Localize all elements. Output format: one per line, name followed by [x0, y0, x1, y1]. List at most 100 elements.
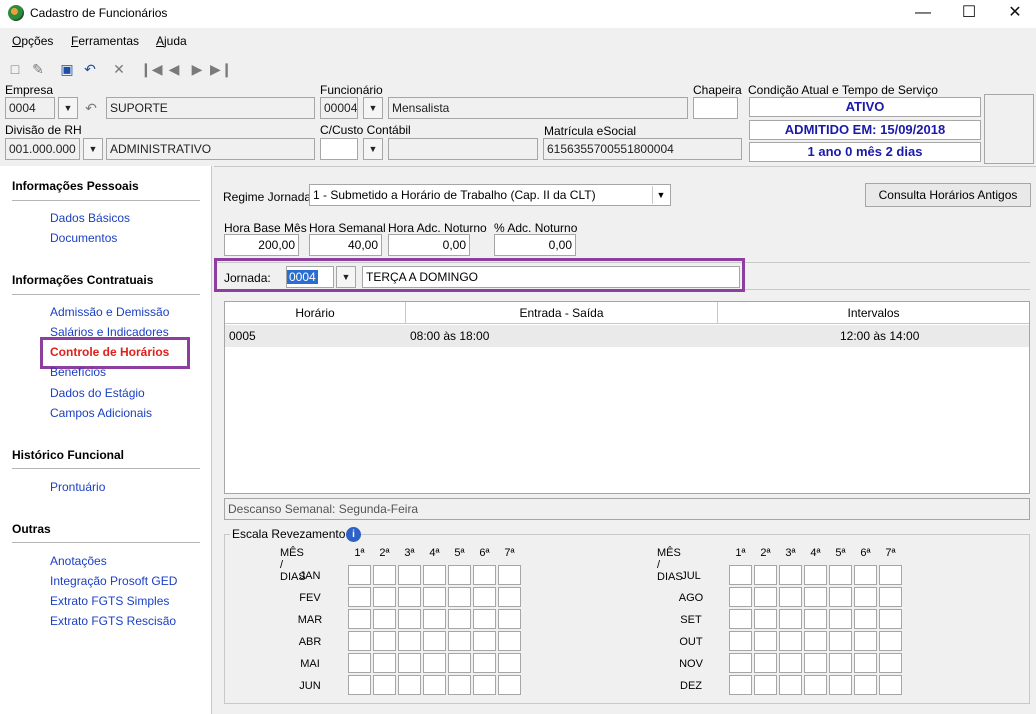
column-header-horario[interactable]: Horário — [225, 302, 406, 324]
escala-cell[interactable] — [373, 609, 396, 629]
escala-cell[interactable] — [829, 565, 852, 585]
escala-cell[interactable] — [348, 587, 371, 607]
minimize-icon[interactable]: — — [900, 0, 946, 28]
delete-icon[interactable]: ✕ — [110, 60, 128, 78]
sidebar-item-fgts-rescisao[interactable]: Extrato FGTS Rescisão — [50, 614, 176, 628]
save-icon[interactable]: ▣ — [58, 60, 76, 78]
escala-cell[interactable] — [498, 587, 521, 607]
escala-cell[interactable] — [398, 653, 421, 673]
empresa-dropdown-icon[interactable]: ▼ — [58, 97, 78, 119]
escala-cell[interactable] — [829, 631, 852, 651]
escala-cell[interactable] — [473, 565, 496, 585]
escala-cell[interactable] — [448, 565, 471, 585]
escala-cell[interactable] — [729, 675, 752, 695]
escala-cell[interactable] — [729, 653, 752, 673]
empresa-code-field[interactable]: 0004 — [5, 97, 55, 119]
escala-cell[interactable] — [473, 609, 496, 629]
ccusto-dropdown-icon[interactable]: ▼ — [363, 138, 383, 160]
escala-cell[interactable] — [348, 675, 371, 695]
escala-cell[interactable] — [498, 653, 521, 673]
escala-cell[interactable] — [779, 587, 802, 607]
escala-cell[interactable] — [804, 565, 827, 585]
escala-cell[interactable] — [879, 565, 902, 585]
escala-cell[interactable] — [398, 675, 421, 695]
divisao-dropdown-icon[interactable]: ▼ — [83, 138, 103, 160]
escala-cell[interactable] — [729, 631, 752, 651]
escala-cell[interactable] — [729, 565, 752, 585]
escala-cell[interactable] — [373, 653, 396, 673]
sidebar-item-campos-adicionais[interactable]: Campos Adicionais — [50, 406, 152, 420]
menu-ajuda[interactable]: Ajuda — [156, 34, 187, 48]
escala-cell[interactable] — [423, 565, 446, 585]
escala-cell[interactable] — [373, 675, 396, 695]
sidebar-item-fgts-simples[interactable]: Extrato FGTS Simples — [50, 594, 169, 608]
last-record-icon[interactable]: ▶❙ — [210, 60, 233, 78]
escala-cell[interactable] — [854, 565, 877, 585]
escala-cell[interactable] — [423, 653, 446, 673]
refresh-icon[interactable]: ↶ — [82, 99, 100, 117]
escala-cell[interactable] — [754, 587, 777, 607]
sidebar-item-dados-basicos[interactable]: Dados Básicos — [50, 211, 130, 225]
escala-cell[interactable] — [879, 653, 902, 673]
escala-cell[interactable] — [829, 587, 852, 607]
hora-adc-noturno-field[interactable]: 0,00 — [388, 234, 470, 256]
escala-cell[interactable] — [498, 609, 521, 629]
hora-base-field[interactable]: 200,00 — [224, 234, 299, 256]
escala-cell[interactable] — [348, 631, 371, 651]
escala-cell[interactable] — [854, 587, 877, 607]
escala-cell[interactable] — [498, 631, 521, 651]
escala-cell[interactable] — [754, 565, 777, 585]
funcionario-dropdown-icon[interactable]: ▼ — [363, 97, 383, 119]
sidebar-item-estagio[interactable]: Dados do Estágio — [50, 386, 145, 400]
edit-icon[interactable]: ✎ — [29, 60, 47, 78]
sidebar-item-prosoft-ged[interactable]: Integração Prosoft GED — [50, 574, 177, 588]
next-record-icon[interactable]: ▶ — [188, 60, 206, 78]
new-document-icon[interactable]: □ — [6, 60, 24, 78]
sidebar-item-anotacoes[interactable]: Anotações — [50, 554, 107, 568]
chevron-down-icon[interactable]: ▼ — [652, 186, 669, 204]
hora-semanal-field[interactable]: 40,00 — [309, 234, 382, 256]
ccusto-code-field[interactable] — [320, 138, 358, 160]
escala-cell[interactable] — [448, 675, 471, 695]
escala-cell[interactable] — [879, 675, 902, 695]
escala-cell[interactable] — [423, 609, 446, 629]
consulta-horarios-button[interactable]: Consulta Horários Antigos — [865, 183, 1031, 207]
escala-cell[interactable] — [448, 653, 471, 673]
maximize-icon[interactable]: ☐ — [946, 0, 992, 28]
escala-cell[interactable] — [779, 675, 802, 695]
column-header-entrada-saida[interactable]: Entrada - Saída — [406, 302, 718, 324]
escala-cell[interactable] — [423, 587, 446, 607]
menu-opcoes[interactable]: Opções — [12, 34, 53, 48]
sidebar-item-prontuario[interactable]: Prontuário — [50, 480, 105, 494]
escala-cell[interactable] — [854, 675, 877, 695]
close-icon[interactable]: ✕ — [992, 0, 1036, 28]
escala-cell[interactable] — [498, 675, 521, 695]
escala-cell[interactable] — [473, 587, 496, 607]
escala-cell[interactable] — [448, 587, 471, 607]
escala-cell[interactable] — [348, 565, 371, 585]
escala-cell[interactable] — [398, 587, 421, 607]
undo-icon[interactable]: ↶ — [81, 60, 99, 78]
escala-cell[interactable] — [779, 653, 802, 673]
escala-cell[interactable] — [829, 675, 852, 695]
sidebar-item-admissao[interactable]: Admissão e Demissão — [50, 305, 169, 319]
escala-cell[interactable] — [473, 631, 496, 651]
previous-record-icon[interactable]: ◀ — [165, 60, 183, 78]
escala-cell[interactable] — [804, 587, 827, 607]
escala-cell[interactable] — [829, 609, 852, 629]
escala-cell[interactable] — [854, 653, 877, 673]
escala-cell[interactable] — [398, 565, 421, 585]
escala-cell[interactable] — [879, 587, 902, 607]
escala-cell[interactable] — [854, 609, 877, 629]
escala-cell[interactable] — [348, 609, 371, 629]
escala-cell[interactable] — [779, 631, 802, 651]
escala-cell[interactable] — [473, 675, 496, 695]
escala-cell[interactable] — [779, 609, 802, 629]
escala-cell[interactable] — [423, 631, 446, 651]
escala-cell[interactable] — [854, 631, 877, 651]
escala-cell[interactable] — [804, 609, 827, 629]
escala-cell[interactable] — [754, 675, 777, 695]
escala-cell[interactable] — [879, 631, 902, 651]
escala-cell[interactable] — [754, 631, 777, 651]
escala-cell[interactable] — [448, 609, 471, 629]
